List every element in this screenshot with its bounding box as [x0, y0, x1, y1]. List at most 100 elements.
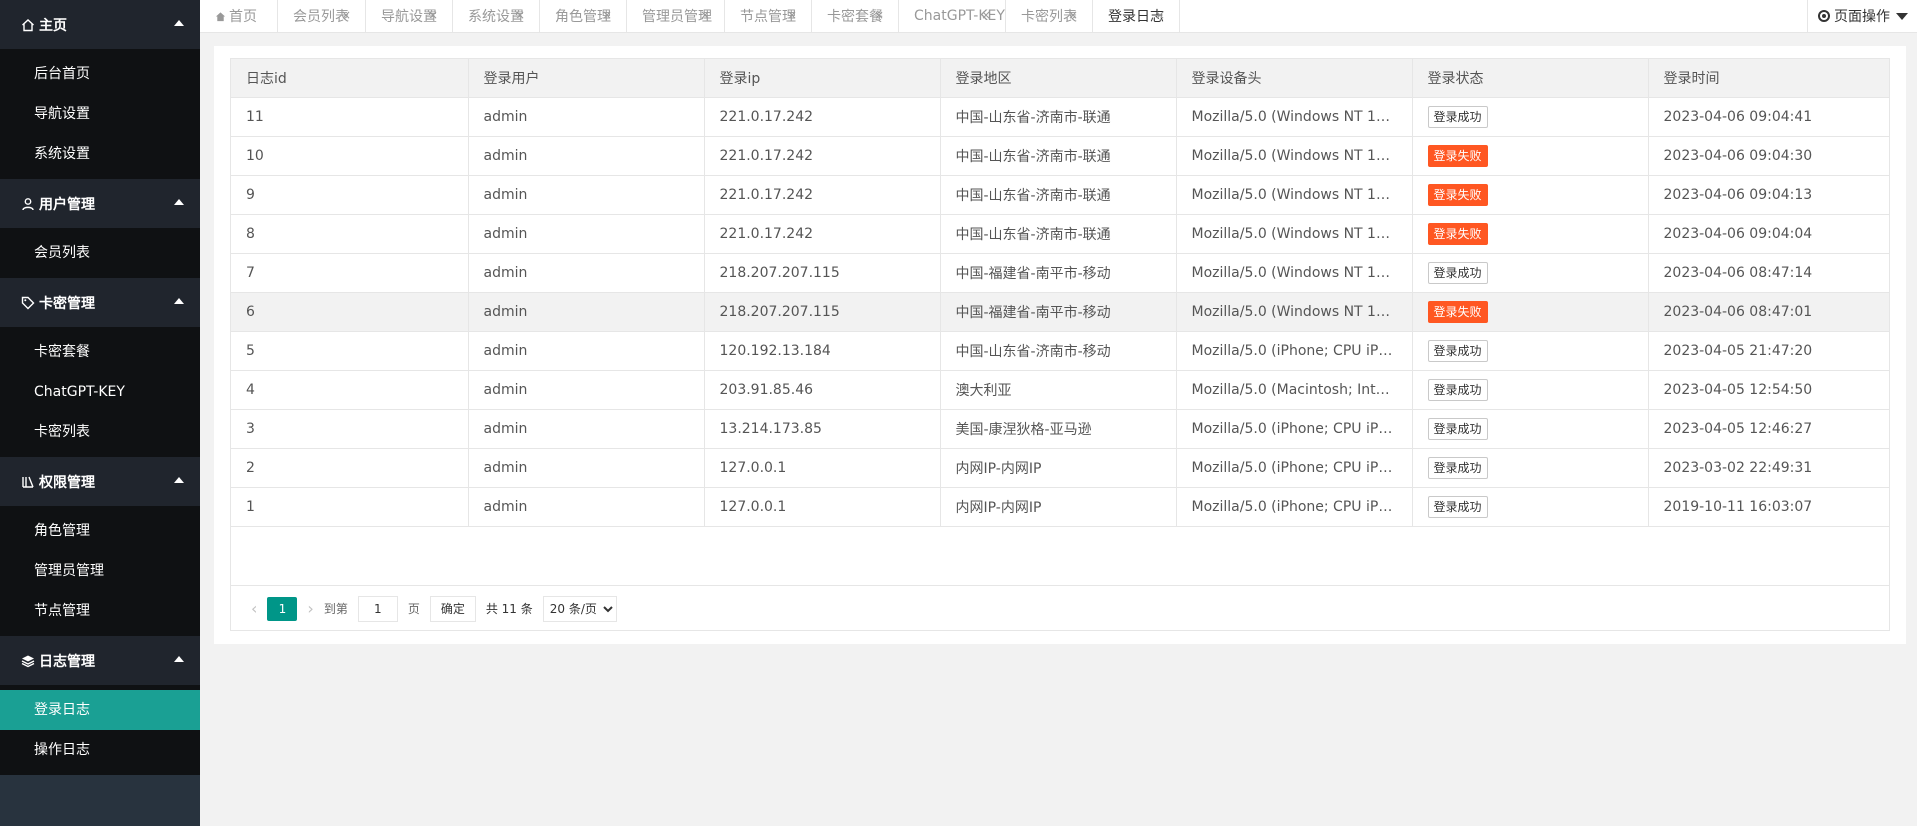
tab-4[interactable]: 角色管理 × — [540, 0, 627, 32]
close-icon[interactable]: × — [981, 8, 991, 22]
table-cell: 中国-福建省-南平市-移动 — [940, 292, 1177, 332]
status-badge: 登录失败 — [1427, 183, 1488, 206]
table-cell: 6 — [231, 292, 469, 332]
table-row[interactable]: 1 admin 127.0.0.1 内网IP-内网IP Mozilla/5.0 (iPh… — [231, 487, 1889, 527]
goto-page-input[interactable]: 1 — [357, 595, 398, 622]
table-row[interactable]: 5 admin 120.192.13.184 中国-山东省-济南市-移动 Mozilla… — [231, 331, 1889, 371]
close-icon[interactable]: × — [787, 8, 797, 22]
page-operations-label: 页面操作 — [1834, 9, 1890, 25]
table-cell: 登录成功 — [1412, 487, 1649, 527]
sidebar-group-label: 日志管理 — [39, 653, 95, 670]
goto-confirm-button[interactable]: 确定 — [429, 595, 476, 622]
tab-7[interactable]: 卡密套餐 × — [812, 0, 899, 32]
page-operations-button[interactable]: 页面操作 — [1807, 0, 1917, 32]
table-row[interactable]: 4 admin 203.91.85.46 澳大利亚 Mozilla/5.0 (Macin… — [231, 370, 1889, 410]
status-badge: 登录失败 — [1427, 144, 1488, 167]
table-cell: 218.207.207.115 — [704, 292, 941, 332]
close-icon[interactable]: × — [515, 8, 525, 22]
sidebar-item[interactable]: 导航设置 — [0, 94, 200, 134]
sidebar-item[interactable]: 卡密列表 — [0, 412, 200, 452]
table-cell: 2023-03-02 22:49:31 — [1648, 448, 1889, 488]
table-cell: 登录失败 — [1412, 214, 1649, 254]
tab-1[interactable]: 会员列表 × — [278, 0, 366, 32]
sidebar-item[interactable]: 节点管理 — [0, 591, 200, 631]
tab-3[interactable]: 系统设置 × — [453, 0, 540, 32]
caret-up-icon — [174, 477, 184, 483]
sidebar: 主页 后台首页 导航设置 系统设置 用户管理 会员列表 卡密管理 卡密套餐 ChatGPT-KE… — [0, 0, 200, 826]
user-icon — [20, 196, 35, 211]
sidebar-group-3[interactable]: 权限管理 — [0, 457, 200, 506]
table-row[interactable]: 8 admin 221.0.17.242 中国-山东省-济南市-联通 Mozilla/5… — [231, 214, 1889, 254]
table-cell: 登录成功 — [1412, 448, 1649, 488]
sidebar-item[interactable]: 卡密套餐 — [0, 332, 200, 372]
table-cell: admin — [468, 292, 705, 332]
table-row[interactable]: 11 admin 221.0.17.242 中国-山东省-济南市-联通 Mozilla/… — [231, 97, 1889, 137]
table-cell: 登录成功 — [1412, 409, 1649, 449]
table-cell: 内网IP-内网IP — [940, 448, 1177, 488]
permission-icon — [20, 474, 35, 489]
table-cell: 2 — [231, 448, 469, 488]
sidebar-item[interactable]: 系统设置 — [0, 134, 200, 174]
column-header[interactable]: 登录状态 — [1412, 59, 1649, 98]
table-cell: 内网IP-内网IP — [940, 487, 1177, 527]
column-header[interactable]: 日志id — [231, 59, 469, 98]
sidebar-item[interactable]: 管理员管理 — [0, 551, 200, 591]
sidebar-item[interactable]: 角色管理 — [0, 511, 200, 551]
close-icon[interactable]: × — [1068, 8, 1078, 22]
table-cell: 221.0.17.242 — [704, 97, 941, 137]
close-icon[interactable]: × — [700, 8, 710, 22]
close-icon[interactable]: × — [602, 8, 612, 22]
target-icon — [1818, 10, 1830, 22]
table-row[interactable]: 7 admin 218.207.207.115 中国-福建省-南平市-移动 Mozill… — [231, 253, 1889, 293]
table-row[interactable]: 6 admin 218.207.207.115 中国-福建省-南平市-移动 Mozill… — [231, 292, 1889, 332]
prev-page-icon[interactable]: ‹ — [251, 599, 257, 618]
table-cell: 9 — [231, 175, 469, 215]
column-header[interactable]: 登录地区 — [940, 59, 1177, 98]
table-cell: Mozilla/5.0 (iPhone; CPU iPho... — [1176, 487, 1413, 527]
close-icon[interactable]: × — [1155, 8, 1165, 22]
sidebar-group-4[interactable]: 日志管理 — [0, 636, 200, 685]
tab-6[interactable]: 节点管理 × — [725, 0, 812, 32]
status-badge: 登录成功 — [1427, 339, 1488, 362]
table-cell: 美国-康涅狄格-亚马逊 — [940, 409, 1177, 449]
column-header[interactable]: 登录时间 — [1648, 59, 1889, 98]
table-row[interactable]: 2 admin 127.0.0.1 内网IP-内网IP Mozilla/5.0 (iPh… — [231, 448, 1889, 488]
caret-down-icon — [1896, 12, 1908, 20]
sidebar-item[interactable]: 后台首页 — [0, 54, 200, 94]
sidebar-group-1[interactable]: 用户管理 — [0, 179, 200, 228]
sidebar-group-items: 后台首页 导航设置 系统设置 — [0, 49, 200, 179]
table-cell: Mozilla/5.0 (Windows NT 10.0;... — [1176, 175, 1413, 215]
table-row[interactable]: 10 admin 221.0.17.242 中国-山东省-济南市-联通 Mozilla/… — [231, 136, 1889, 176]
table-cell: Mozilla/5.0 (iPhone; CPU iPho... — [1176, 331, 1413, 371]
table-cell: 2023-04-06 08:47:01 — [1648, 292, 1889, 332]
page-size-select[interactable]: 20 条/页 — [542, 595, 617, 622]
column-header[interactable]: 登录ip — [704, 59, 941, 98]
sidebar-group-0[interactable]: 主页 — [0, 0, 200, 49]
table-row[interactable]: 9 admin 221.0.17.242 中国-山东省-济南市-联通 Mozilla/5… — [231, 175, 1889, 215]
tab-label: 首页 — [229, 9, 257, 25]
table-cell: 2023-04-06 08:47:14 — [1648, 253, 1889, 293]
home-icon — [215, 11, 226, 22]
tab-2[interactable]: 导航设置 × — [366, 0, 453, 32]
table-cell: 127.0.0.1 — [704, 487, 941, 527]
tab-8[interactable]: ChatGPT-KEY × — [899, 0, 1006, 32]
close-icon[interactable]: × — [341, 8, 351, 22]
sidebar-item[interactable]: 会员列表 — [0, 233, 200, 273]
tab-10[interactable]: 登录日志 × — [1093, 0, 1180, 32]
table-row[interactable]: 3 admin 13.214.173.85 美国-康涅狄格-亚马逊 Mozilla/5.… — [231, 409, 1889, 449]
close-icon[interactable]: × — [428, 8, 438, 22]
current-page-button[interactable]: 1 — [267, 596, 298, 621]
sidebar-group-2[interactable]: 卡密管理 — [0, 278, 200, 327]
status-badge: 登录失败 — [1427, 300, 1488, 323]
tab-5[interactable]: 管理员管理 × — [627, 0, 725, 32]
sidebar-item[interactable]: ChatGPT-KEY — [0, 372, 200, 412]
column-header[interactable]: 登录设备头 — [1176, 59, 1413, 98]
column-header[interactable]: 登录用户 — [468, 59, 705, 98]
sidebar-item[interactable]: 操作日志 — [0, 730, 200, 770]
next-page-icon[interactable]: › — [307, 599, 313, 618]
tab-9[interactable]: 卡密列表 × — [1006, 0, 1093, 32]
close-icon[interactable]: × — [874, 8, 884, 22]
tab-0[interactable]: 首页 — [200, 0, 278, 32]
sidebar-group-label: 主页 — [39, 17, 67, 34]
sidebar-item[interactable]: 登录日志 — [0, 690, 200, 730]
